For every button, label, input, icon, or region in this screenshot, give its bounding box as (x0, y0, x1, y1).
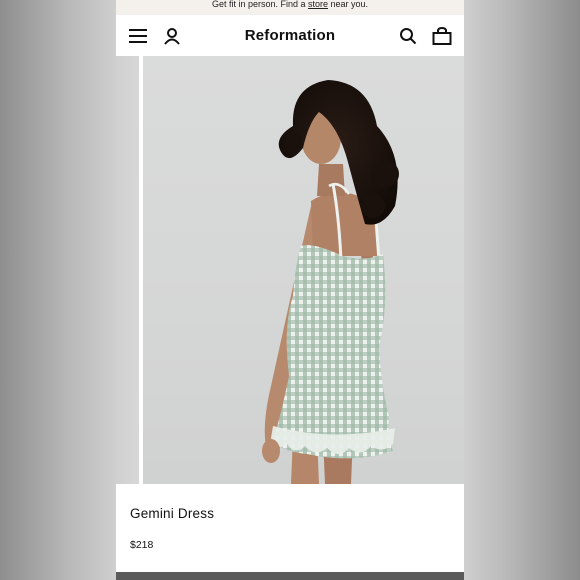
product-image-carousel[interactable] (116, 56, 464, 484)
model-illustration (262, 80, 399, 484)
product-name[interactable]: Gemini Dress (130, 506, 450, 521)
top-navigation: Reformation (116, 15, 464, 56)
brand-logo[interactable]: Reformation (245, 27, 336, 44)
mobile-page: Get fit in person. Find a store near you… (116, 0, 464, 580)
previous-slide-peek[interactable] (116, 56, 139, 484)
promo-store-link[interactable]: store (308, 0, 328, 9)
product-info: Gemini Dress $218 (116, 484, 464, 571)
menu-icon[interactable] (128, 26, 148, 46)
bottom-bar (116, 572, 464, 580)
promo-text-start: Get fit in person. Find a (211, 0, 306, 9)
account-icon[interactable] (162, 26, 182, 46)
nav-left-group (128, 26, 208, 46)
product-price: $218 (130, 539, 154, 551)
bag-icon[interactable] (432, 26, 452, 46)
product-photo[interactable] (143, 56, 464, 484)
search-icon[interactable] (398, 26, 418, 46)
nav-right-group (372, 26, 452, 46)
promo-text-end: near you. (330, 0, 369, 9)
promo-banner: Get fit in person. Find a store near you… (116, 0, 464, 15)
